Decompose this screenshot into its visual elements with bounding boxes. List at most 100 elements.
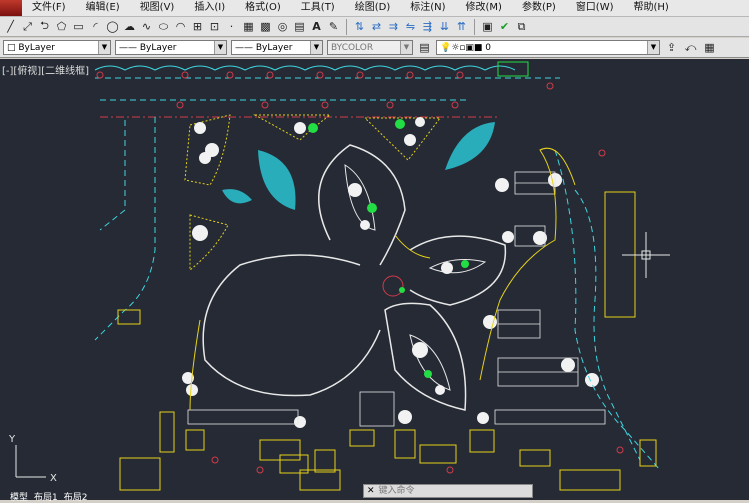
layer-combo[interactable]: 💡☼▫▣■ 0 ▼: [436, 40, 660, 55]
spline-icon[interactable]: ∿: [139, 19, 154, 34]
landscape-plan-drawing: Y X: [8, 61, 670, 491]
mtext-icon[interactable]: A: [309, 19, 324, 34]
draw-toolbar: ╱ ⤢ ⮌ ⬠ ▭ ◜ ◯ ☁ ∿ ⬭ ◠ ⊞ ⊡ · ▦ ▩ ◎ ▤ A ✎ …: [0, 17, 749, 37]
tab-layout2[interactable]: 布局2: [64, 490, 88, 503]
tree-group: [182, 117, 599, 428]
insert-block-icon[interactable]: ⊞: [190, 19, 205, 34]
app-logo-icon[interactable]: [0, 0, 22, 16]
petal-outline: [384, 302, 467, 411]
revcloud-icon[interactable]: ☁: [122, 19, 137, 34]
layer-iso-icon[interactable]: ⇉: [386, 19, 401, 34]
menu-view[interactable]: 视图(V): [130, 0, 185, 16]
linetype-value: ByLayer: [139, 43, 177, 53]
layer-freeze-icon[interactable]: ⇊: [437, 19, 452, 34]
layer-states-icon[interactable]: ▣: [480, 19, 495, 34]
hatch-icon[interactable]: ▦: [241, 19, 256, 34]
menu-help[interactable]: 帮助(H): [624, 0, 679, 16]
command-input[interactable]: 键入命令: [379, 485, 415, 497]
arc-icon[interactable]: ◜: [88, 19, 103, 34]
chevron-down-icon: ▼: [400, 41, 412, 54]
drawing-canvas[interactable]: Y X: [0, 59, 749, 500]
chevron-down-icon: ▼: [98, 41, 110, 54]
plotstyle-value: BYCOLOR: [331, 43, 374, 53]
leaf-pond: [258, 150, 296, 210]
layer-properties-icon[interactable]: ▤: [417, 40, 432, 55]
polygon-icon[interactable]: ⬠: [54, 19, 69, 34]
color-combo[interactable]: □ ByLayer ▼: [3, 40, 111, 55]
right-road: [574, 189, 641, 461]
tab-layout1[interactable]: 布局1: [34, 490, 58, 503]
menu-bar: 文件(F) 编辑(E) 视图(V) 插入(I) 格式(O) 工具(T) 绘图(D…: [0, 0, 749, 17]
layer-lock-icon[interactable]: ⇈: [454, 19, 469, 34]
menu-parametric[interactable]: 参数(P): [512, 0, 566, 16]
left-road-inner: [99, 120, 126, 231]
region-icon[interactable]: ◎: [275, 19, 290, 34]
layer-unisolate-icon[interactable]: ⇋: [403, 19, 418, 34]
inner-petal: [428, 259, 487, 274]
parking-stalls: [187, 171, 606, 427]
menu-dimension[interactable]: 标注(N): [400, 0, 455, 16]
layer-prev-icon[interactable]: ⇅: [352, 19, 367, 34]
linetype-combo[interactable]: —— ByLayer ▼: [115, 40, 227, 55]
close-icon[interactable]: ✕: [367, 485, 375, 497]
menu-draw[interactable]: 绘图(D): [345, 0, 401, 16]
right-road-inner: [554, 149, 661, 471]
menu-modify[interactable]: 修改(M): [456, 0, 512, 16]
toolbar-separator: [346, 18, 347, 35]
point-icon[interactable]: ·: [224, 19, 239, 34]
hedge-row: [94, 65, 516, 71]
layer-previous-icon[interactable]: ⤺: [683, 40, 698, 55]
bottom-buildings: [117, 309, 657, 491]
chevron-down-icon: ▼: [310, 41, 322, 54]
line-icon[interactable]: ╱: [3, 19, 18, 34]
menu-edit[interactable]: 编辑(E): [76, 0, 130, 16]
add-selected-icon[interactable]: ✎: [326, 19, 341, 34]
menu-window[interactable]: 窗口(W): [566, 0, 624, 16]
check-icon[interactable]: ✔: [497, 19, 512, 34]
layer-manager-icon[interactable]: ▦: [702, 40, 717, 55]
make-current-icon[interactable]: ⇪: [664, 40, 679, 55]
ucs-icon: [15, 445, 46, 478]
big-lawn-outline: [202, 254, 381, 397]
rectangle-icon[interactable]: ▭: [71, 19, 86, 34]
site-boundary: [189, 147, 576, 411]
make-block-icon[interactable]: ⊡: [207, 19, 222, 34]
viewport-controls[interactable]: [-][俯视][二维线框]: [2, 62, 89, 77]
toolbar-separator: [474, 18, 475, 35]
layer-walk-icon[interactable]: ⧉: [514, 19, 529, 34]
planting-bed: [189, 214, 229, 272]
circle-icon[interactable]: ◯: [105, 19, 120, 34]
inner-petal: [344, 164, 376, 231]
ellipse-icon[interactable]: ⬭: [156, 19, 171, 34]
planting-bed: [253, 114, 332, 141]
construction-line-icon[interactable]: ⤢: [20, 19, 35, 34]
leaf-pond: [222, 189, 252, 204]
menu-insert[interactable]: 插入(I): [184, 0, 235, 16]
menu-format[interactable]: 格式(O): [235, 0, 291, 16]
petal-outline: [318, 144, 406, 266]
chevron-down-icon: ▼: [647, 41, 659, 54]
layer-off-icon[interactable]: ⇶: [420, 19, 435, 34]
command-line[interactable]: ✕ 键入命令: [363, 484, 533, 498]
menu-tools[interactable]: 工具(T): [291, 0, 345, 16]
lineweight-value: ByLayer: [255, 43, 293, 53]
chevron-down-icon: ▼: [214, 41, 226, 54]
lineweight-combo[interactable]: —— ByLayer ▼: [231, 40, 323, 55]
gradient-icon[interactable]: ▩: [258, 19, 273, 34]
table-icon[interactable]: ▤: [292, 19, 307, 34]
menu-file[interactable]: 文件(F): [22, 0, 76, 16]
tab-model[interactable]: 模型: [10, 490, 28, 503]
ellipse-arc-icon[interactable]: ◠: [173, 19, 188, 34]
plotstyle-combo[interactable]: BYCOLOR ▼: [327, 40, 413, 55]
ucs-x-label: X: [50, 473, 57, 484]
color-value: ByLayer: [18, 43, 55, 53]
layer-value: 0: [485, 43, 491, 53]
polyline-icon[interactable]: ⮌: [37, 19, 52, 34]
center-fountain: [382, 275, 404, 297]
layer-match-icon[interactable]: ⇄: [369, 19, 384, 34]
site-boundary: [394, 234, 431, 259]
petal-outline: [409, 235, 507, 306]
layout-tabs: 模型 布局1 布局2: [0, 490, 170, 503]
leaf-pond: [445, 122, 495, 170]
ucs-y-label: Y: [8, 434, 16, 445]
